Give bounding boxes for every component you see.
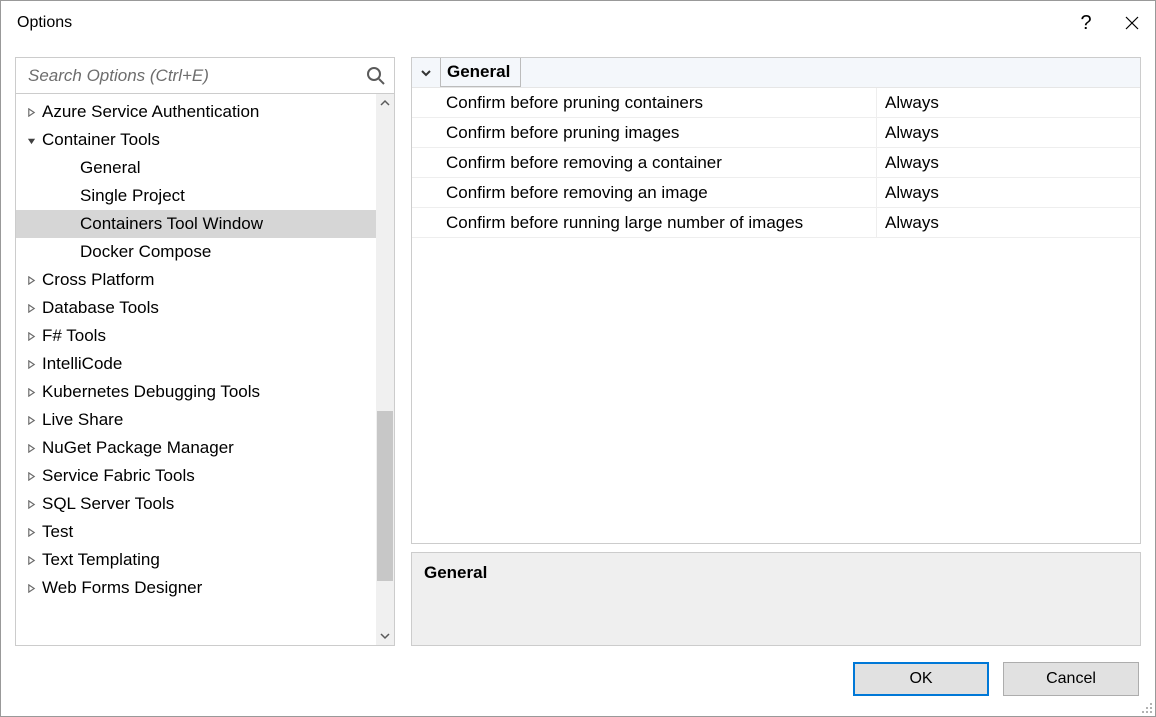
tree-item[interactable]: NuGet Package Manager [16,434,376,462]
propgrid-prop-value[interactable]: Always [877,208,1140,237]
tree-item-label: IntelliCode [42,354,122,374]
propgrid-prop-value[interactable]: Always [877,148,1140,177]
scroll-up-button[interactable] [376,94,394,112]
tree-item[interactable]: SQL Server Tools [16,490,376,518]
search-input[interactable] [26,65,366,87]
propgrid-row[interactable]: Confirm before running large number of i… [412,208,1140,238]
chevron-up-icon [380,98,390,108]
resize-grip[interactable] [1139,700,1153,714]
chevron-right-icon[interactable] [24,108,38,117]
tree-item-label: Docker Compose [80,242,211,262]
chevron-right-icon[interactable] [24,500,38,509]
tree-item[interactable]: Docker Compose [16,238,376,266]
chevron-right-icon[interactable] [24,360,38,369]
chevron-right-icon[interactable] [24,528,38,537]
tree-item-label: Web Forms Designer [42,578,202,598]
propgrid-prop-name: Confirm before removing an image [412,178,877,207]
propgrid-prop-name: Confirm before running large number of i… [412,208,877,237]
tree-item[interactable]: Text Templating [16,546,376,574]
propgrid-prop-name: Confirm before removing a container [412,148,877,177]
chevron-right-icon[interactable] [24,472,38,481]
chevron-down-icon[interactable] [412,67,440,79]
resize-grip-icon [1139,700,1153,714]
chevron-right-icon[interactable] [24,332,38,341]
propgrid-row[interactable]: Confirm before pruning imagesAlways [412,118,1140,148]
right-panel: GeneralConfirm before pruning containers… [411,57,1141,646]
tree-item-label: Service Fabric Tools [42,466,195,486]
scroll-down-button[interactable] [376,627,394,645]
tree-item[interactable]: Web Forms Designer [16,574,376,602]
description-panel: General [411,552,1141,646]
tree-scrollbar[interactable] [376,94,394,645]
tree-item[interactable]: Database Tools [16,294,376,322]
chevron-down-icon[interactable] [24,136,38,145]
chevron-right-icon[interactable] [24,388,38,397]
help-button[interactable]: ? [1063,1,1109,45]
propgrid-category-label: General [440,58,521,87]
dialog-footer: OK Cancel [1,646,1155,716]
chevron-right-icon[interactable] [24,276,38,285]
propgrid-prop-value[interactable]: Always [877,178,1140,207]
left-panel: Azure Service Authentication Container To… [15,57,395,646]
tree-item-label: Live Share [42,410,123,430]
tree-item[interactable]: IntelliCode [16,350,376,378]
search-row [16,58,394,94]
tree-item[interactable]: F# Tools [16,322,376,350]
tree-item[interactable]: Cross Platform [16,266,376,294]
options-tree: Azure Service Authentication Container To… [16,94,376,645]
tree-item[interactable]: Container Tools [16,126,376,154]
chevron-right-icon[interactable] [24,556,38,565]
tree-item-label: Database Tools [42,298,159,318]
tree-item[interactable]: Service Fabric Tools [16,462,376,490]
options-dialog: Options ? Azure Service Authentication Co… [0,0,1156,717]
tree-item-label: Cross Platform [42,270,154,290]
tree-item[interactable]: Live Share [16,406,376,434]
content-area: Azure Service Authentication Container To… [1,45,1155,646]
propgrid-category-row[interactable]: General [412,58,1140,88]
propgrid-prop-name: Confirm before pruning containers [412,88,877,117]
tree-item-label: F# Tools [42,326,106,346]
tree-item-label: Container Tools [42,130,160,150]
tree-item-label: Kubernetes Debugging Tools [42,382,260,402]
scroll-track[interactable] [376,112,394,627]
tree-item-label: Text Templating [42,550,160,570]
chevron-down-icon [380,631,390,641]
propgrid-prop-value[interactable]: Always [877,88,1140,117]
tree-item[interactable]: General [16,154,376,182]
propgrid-row[interactable]: Confirm before removing an imageAlways [412,178,1140,208]
titlebar: Options ? [1,1,1155,45]
scroll-thumb[interactable] [377,411,393,581]
tree-item-label: SQL Server Tools [42,494,174,514]
description-title: General [424,563,1128,583]
tree-item-label: Azure Service Authentication [42,102,259,122]
tree-item-label: Containers Tool Window [80,214,263,234]
chevron-right-icon[interactable] [24,584,38,593]
property-grid: GeneralConfirm before pruning containers… [411,57,1141,544]
tree-wrap: Azure Service Authentication Container To… [16,94,394,645]
close-button[interactable] [1109,1,1155,45]
ok-button[interactable]: OK [853,662,989,696]
tree-item-label: NuGet Package Manager [42,438,234,458]
tree-item-label: General [80,158,140,178]
tree-item[interactable]: Single Project [16,182,376,210]
search-icon [366,66,386,86]
tree-item[interactable]: Azure Service Authentication [16,98,376,126]
tree-item-label: Single Project [80,186,185,206]
chevron-right-icon[interactable] [24,444,38,453]
propgrid-row[interactable]: Confirm before pruning containersAlways [412,88,1140,118]
cancel-button[interactable]: Cancel [1003,662,1139,696]
chevron-right-icon[interactable] [24,416,38,425]
propgrid-prop-name: Confirm before pruning images [412,118,877,147]
propgrid-row[interactable]: Confirm before removing a containerAlway… [412,148,1140,178]
tree-item[interactable]: Test [16,518,376,546]
close-icon [1125,16,1139,30]
tree-item[interactable]: Kubernetes Debugging Tools [16,378,376,406]
tree-item[interactable]: Containers Tool Window [16,210,376,238]
propgrid-prop-value[interactable]: Always [877,118,1140,147]
window-title: Options [17,14,1063,32]
chevron-right-icon[interactable] [24,304,38,313]
tree-item-label: Test [42,522,73,542]
